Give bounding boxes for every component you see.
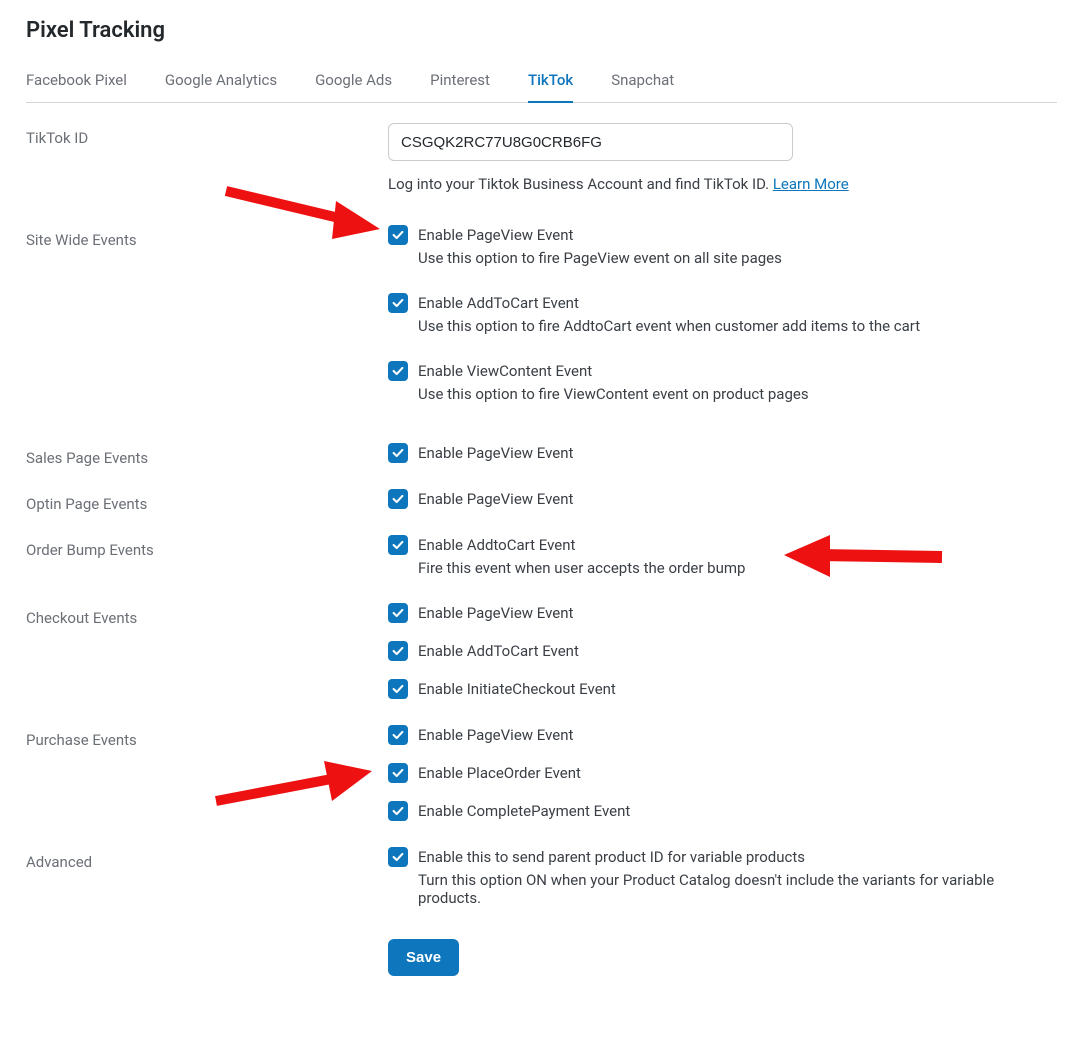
checkbox-sales-pageview-label: Enable PageView Event [418, 444, 573, 462]
tiktok-id-input[interactable] [388, 123, 793, 161]
checkbox-orderbump-addtocart[interactable] [388, 535, 408, 555]
checkbox-checkout-addtocart-label: Enable AddToCart Event [418, 642, 579, 660]
checkout-events-label: Checkout Events [26, 603, 388, 627]
tab-snapchat[interactable]: Snapchat [611, 61, 674, 103]
checkbox-checkout-pageview-label: Enable PageView Event [418, 604, 573, 622]
save-button[interactable]: Save [388, 939, 459, 976]
tab-google-ads[interactable]: Google Ads [315, 61, 392, 103]
tabs: Facebook Pixel Google Analytics Google A… [26, 61, 1057, 103]
tab-facebook-pixel[interactable]: Facebook Pixel [26, 61, 127, 103]
checkbox-optin-pageview[interactable] [388, 489, 408, 509]
tab-tiktok[interactable]: TikTok [528, 61, 573, 103]
checkbox-pageview[interactable] [388, 225, 408, 245]
checkbox-checkout-initiate[interactable] [388, 679, 408, 699]
sales-page-events-label: Sales Page Events [26, 443, 388, 467]
checkbox-addtocart-desc: Use this option to fire AddtoCart event … [418, 317, 1057, 335]
tiktok-id-label: TikTok ID [26, 123, 388, 147]
checkbox-checkout-initiate-label: Enable InitiateCheckout Event [418, 680, 616, 698]
checkbox-pageview-label: Enable PageView Event [418, 226, 573, 244]
annotation-arrow-icon [208, 759, 380, 815]
checkbox-pageview-desc: Use this option to fire PageView event o… [418, 249, 1057, 267]
advanced-label: Advanced [26, 847, 388, 871]
checkbox-orderbump-addtocart-desc: Fire this event when user accepts the or… [418, 559, 1057, 577]
checkbox-checkout-addtocart[interactable] [388, 641, 408, 661]
checkbox-viewcontent[interactable] [388, 361, 408, 381]
checkbox-purchase-placeorder-label: Enable PlaceOrder Event [418, 764, 581, 782]
purchase-events-label: Purchase Events [26, 725, 388, 749]
tab-google-analytics[interactable]: Google Analytics [165, 61, 277, 103]
checkbox-sales-pageview[interactable] [388, 443, 408, 463]
checkbox-advanced-parentid-label: Enable this to send parent product ID fo… [418, 848, 805, 866]
tiktok-id-help: Log into your Tiktok Business Account an… [388, 175, 1057, 193]
tiktok-id-help-text: Log into your Tiktok Business Account an… [388, 175, 773, 193]
checkbox-purchase-pageview[interactable] [388, 725, 408, 745]
checkbox-viewcontent-desc: Use this option to fire ViewContent even… [418, 385, 1057, 403]
checkbox-orderbump-addtocart-label: Enable AddtoCart Event [418, 536, 575, 554]
page-title: Pixel Tracking [26, 18, 1057, 43]
checkbox-viewcontent-label: Enable ViewContent Event [418, 362, 592, 380]
checkbox-purchase-placeorder[interactable] [388, 763, 408, 783]
order-bump-events-label: Order Bump Events [26, 535, 388, 559]
checkbox-optin-pageview-label: Enable PageView Event [418, 490, 573, 508]
tab-pinterest[interactable]: Pinterest [430, 61, 490, 103]
site-wide-events-label: Site Wide Events [26, 225, 388, 249]
checkbox-purchase-pageview-label: Enable PageView Event [418, 726, 573, 744]
checkbox-purchase-completepayment-label: Enable CompletePayment Event [418, 802, 630, 820]
learn-more-link[interactable]: Learn More [773, 175, 849, 193]
checkbox-checkout-pageview[interactable] [388, 603, 408, 623]
checkbox-addtocart[interactable] [388, 293, 408, 313]
checkbox-purchase-completepayment[interactable] [388, 801, 408, 821]
checkbox-addtocart-label: Enable AddToCart Event [418, 294, 579, 312]
checkbox-advanced-parentid-desc: Turn this option ON when your Product Ca… [418, 871, 1057, 907]
checkbox-advanced-parentid[interactable] [388, 847, 408, 867]
optin-page-events-label: Optin Page Events [26, 489, 388, 513]
